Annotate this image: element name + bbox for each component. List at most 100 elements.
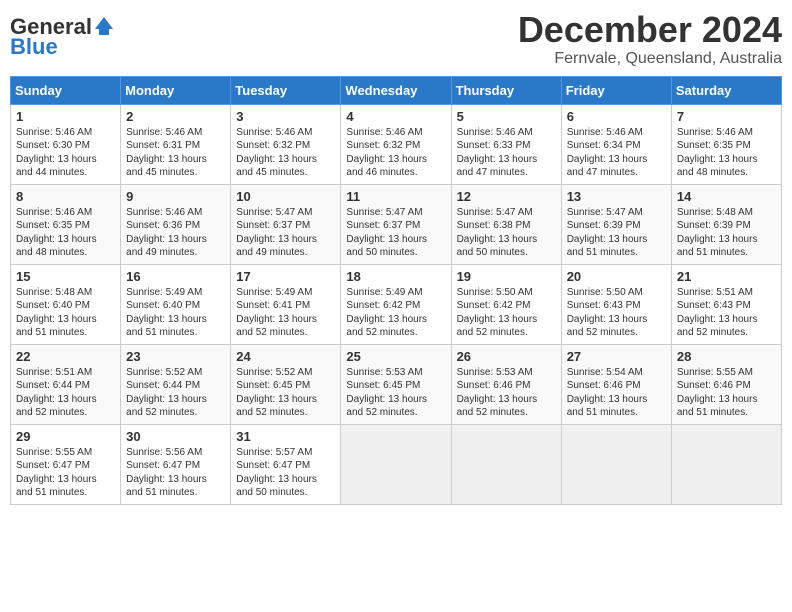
calendar-cell: 8 Sunrise: 5:46 AMSunset: 6:35 PMDaylight…: [11, 184, 121, 264]
cell-info: Sunrise: 5:47 AMSunset: 6:37 PMDaylight:…: [236, 206, 335, 260]
cell-info: Sunrise: 5:55 AMSunset: 6:46 PMDaylight:…: [677, 366, 776, 420]
day-number: 20: [567, 269, 666, 284]
cell-info: Sunrise: 5:51 AMSunset: 6:44 PMDaylight:…: [16, 366, 115, 420]
cell-info: Sunrise: 5:48 AMSunset: 6:39 PMDaylight:…: [677, 206, 776, 260]
calendar-header-row: SundayMondayTuesdayWednesdayThursdayFrid…: [11, 76, 782, 104]
cell-info: Sunrise: 5:46 AMSunset: 6:30 PMDaylight:…: [16, 126, 115, 180]
day-number: 13: [567, 189, 666, 204]
day-number: 5: [457, 109, 556, 124]
day-number: 9: [126, 189, 225, 204]
day-number: 17: [236, 269, 335, 284]
day-number: 8: [16, 189, 115, 204]
cell-info: Sunrise: 5:46 AMSunset: 6:36 PMDaylight:…: [126, 206, 225, 260]
cell-info: Sunrise: 5:46 AMSunset: 6:35 PMDaylight:…: [16, 206, 115, 260]
weekday-header: Thursday: [451, 76, 561, 104]
day-number: 7: [677, 109, 776, 124]
cell-info: Sunrise: 5:49 AMSunset: 6:42 PMDaylight:…: [346, 286, 445, 340]
day-number: 4: [346, 109, 445, 124]
logo-blue: Blue: [10, 34, 58, 60]
day-number: 2: [126, 109, 225, 124]
cell-info: Sunrise: 5:50 AMSunset: 6:43 PMDaylight:…: [567, 286, 666, 340]
cell-info: Sunrise: 5:56 AMSunset: 6:47 PMDaylight:…: [126, 446, 225, 500]
day-number: 6: [567, 109, 666, 124]
calendar-cell: 22 Sunrise: 5:51 AMSunset: 6:44 PMDayligh…: [11, 344, 121, 424]
calendar-cell: 3 Sunrise: 5:46 AMSunset: 6:32 PMDaylight…: [231, 104, 341, 184]
cell-info: Sunrise: 5:54 AMSunset: 6:46 PMDaylight:…: [567, 366, 666, 420]
calendar-cell: 9 Sunrise: 5:46 AMSunset: 6:36 PMDaylight…: [121, 184, 231, 264]
cell-info: Sunrise: 5:47 AMSunset: 6:37 PMDaylight:…: [346, 206, 445, 260]
cell-info: Sunrise: 5:46 AMSunset: 6:33 PMDaylight:…: [457, 126, 556, 180]
calendar-cell: 5 Sunrise: 5:46 AMSunset: 6:33 PMDaylight…: [451, 104, 561, 184]
calendar-cell: 29 Sunrise: 5:55 AMSunset: 6:47 PMDayligh…: [11, 424, 121, 504]
cell-info: Sunrise: 5:51 AMSunset: 6:43 PMDaylight:…: [677, 286, 776, 340]
calendar-cell: 1Sunrise: 5:46 AMSunset: 6:30 PMDaylight…: [11, 104, 121, 184]
logo: General Blue: [10, 10, 115, 60]
cell-info: Sunrise: 5:49 AMSunset: 6:41 PMDaylight:…: [236, 286, 335, 340]
calendar-week-row: 22 Sunrise: 5:51 AMSunset: 6:44 PMDayligh…: [11, 344, 782, 424]
weekday-header: Friday: [561, 76, 671, 104]
cell-info: Sunrise: 5:52 AMSunset: 6:45 PMDaylight:…: [236, 366, 335, 420]
calendar-cell: 26 Sunrise: 5:53 AMSunset: 6:46 PMDayligh…: [451, 344, 561, 424]
header: General Blue December 2024 Fernvale, Que…: [10, 10, 782, 68]
calendar-cell: 12Sunrise: 5:47 AMSunset: 6:38 PMDayligh…: [451, 184, 561, 264]
cell-info: Sunrise: 5:53 AMSunset: 6:46 PMDaylight:…: [457, 366, 556, 420]
day-number: 28: [677, 349, 776, 364]
day-number: 14: [677, 189, 776, 204]
calendar-cell: 11Sunrise: 5:47 AMSunset: 6:37 PMDayligh…: [341, 184, 451, 264]
day-number: 10: [236, 189, 335, 204]
day-number: 22: [16, 349, 115, 364]
cell-info: Sunrise: 5:46 AMSunset: 6:35 PMDaylight:…: [677, 126, 776, 180]
calendar-cell: 7 Sunrise: 5:46 AMSunset: 6:35 PMDaylight…: [671, 104, 781, 184]
calendar-cell: 20 Sunrise: 5:50 AMSunset: 6:43 PMDayligh…: [561, 264, 671, 344]
cell-info: Sunrise: 5:46 AMSunset: 6:32 PMDaylight:…: [346, 126, 445, 180]
cell-info: Sunrise: 5:46 AMSunset: 6:32 PMDaylight:…: [236, 126, 335, 180]
calendar-cell: 19Sunrise: 5:50 AMSunset: 6:42 PMDayligh…: [451, 264, 561, 344]
calendar-cell: 18Sunrise: 5:49 AMSunset: 6:42 PMDayligh…: [341, 264, 451, 344]
logo-icon: [93, 15, 115, 37]
calendar-cell: [341, 424, 451, 504]
calendar-cell: 10 Sunrise: 5:47 AMSunset: 6:37 PMDayligh…: [231, 184, 341, 264]
calendar-week-row: 8 Sunrise: 5:46 AMSunset: 6:35 PMDaylight…: [11, 184, 782, 264]
day-number: 3: [236, 109, 335, 124]
weekday-header: Sunday: [11, 76, 121, 104]
day-number: 31: [236, 429, 335, 444]
day-number: 27: [567, 349, 666, 364]
cell-info: Sunrise: 5:47 AMSunset: 6:39 PMDaylight:…: [567, 206, 666, 260]
calendar-cell: [561, 424, 671, 504]
calendar-cell: [451, 424, 561, 504]
calendar-cell: 6 Sunrise: 5:46 AMSunset: 6:34 PMDaylight…: [561, 104, 671, 184]
calendar-cell: 27 Sunrise: 5:54 AMSunset: 6:46 PMDayligh…: [561, 344, 671, 424]
calendar-cell: 4 Sunrise: 5:46 AMSunset: 6:32 PMDaylight…: [341, 104, 451, 184]
day-number: 16: [126, 269, 225, 284]
weekday-header: Saturday: [671, 76, 781, 104]
calendar-cell: 24Sunrise: 5:52 AMSunset: 6:45 PMDayligh…: [231, 344, 341, 424]
calendar-cell: 25Sunrise: 5:53 AMSunset: 6:45 PMDayligh…: [341, 344, 451, 424]
calendar: SundayMondayTuesdayWednesdayThursdayFrid…: [10, 76, 782, 505]
cell-info: Sunrise: 5:52 AMSunset: 6:44 PMDaylight:…: [126, 366, 225, 420]
cell-info: Sunrise: 5:46 AMSunset: 6:34 PMDaylight:…: [567, 126, 666, 180]
weekday-header: Tuesday: [231, 76, 341, 104]
title-area: December 2024 Fernvale, Queensland, Aust…: [518, 10, 782, 68]
calendar-cell: 2Sunrise: 5:46 AMSunset: 6:31 PMDaylight…: [121, 104, 231, 184]
calendar-cell: 28 Sunrise: 5:55 AMSunset: 6:46 PMDayligh…: [671, 344, 781, 424]
cell-info: Sunrise: 5:57 AMSunset: 6:47 PMDaylight:…: [236, 446, 335, 500]
calendar-cell: 14 Sunrise: 5:48 AMSunset: 6:39 PMDayligh…: [671, 184, 781, 264]
cell-info: Sunrise: 5:55 AMSunset: 6:47 PMDaylight:…: [16, 446, 115, 500]
calendar-cell: 23 Sunrise: 5:52 AMSunset: 6:44 PMDayligh…: [121, 344, 231, 424]
calendar-cell: [671, 424, 781, 504]
cell-info: Sunrise: 5:49 AMSunset: 6:40 PMDaylight:…: [126, 286, 225, 340]
day-number: 29: [16, 429, 115, 444]
cell-info: Sunrise: 5:48 AMSunset: 6:40 PMDaylight:…: [16, 286, 115, 340]
day-number: 26: [457, 349, 556, 364]
calendar-cell: 17 Sunrise: 5:49 AMSunset: 6:41 PMDayligh…: [231, 264, 341, 344]
location-title: Fernvale, Queensland, Australia: [518, 50, 782, 68]
calendar-cell: 15Sunrise: 5:48 AMSunset: 6:40 PMDayligh…: [11, 264, 121, 344]
weekday-header: Wednesday: [341, 76, 451, 104]
calendar-cell: 30 Sunrise: 5:56 AMSunset: 6:47 PMDayligh…: [121, 424, 231, 504]
calendar-cell: 31 Sunrise: 5:57 AMSunset: 6:47 PMDayligh…: [231, 424, 341, 504]
day-number: 23: [126, 349, 225, 364]
calendar-week-row: 1Sunrise: 5:46 AMSunset: 6:30 PMDaylight…: [11, 104, 782, 184]
day-number: 30: [126, 429, 225, 444]
cell-info: Sunrise: 5:47 AMSunset: 6:38 PMDaylight:…: [457, 206, 556, 260]
day-number: 25: [346, 349, 445, 364]
